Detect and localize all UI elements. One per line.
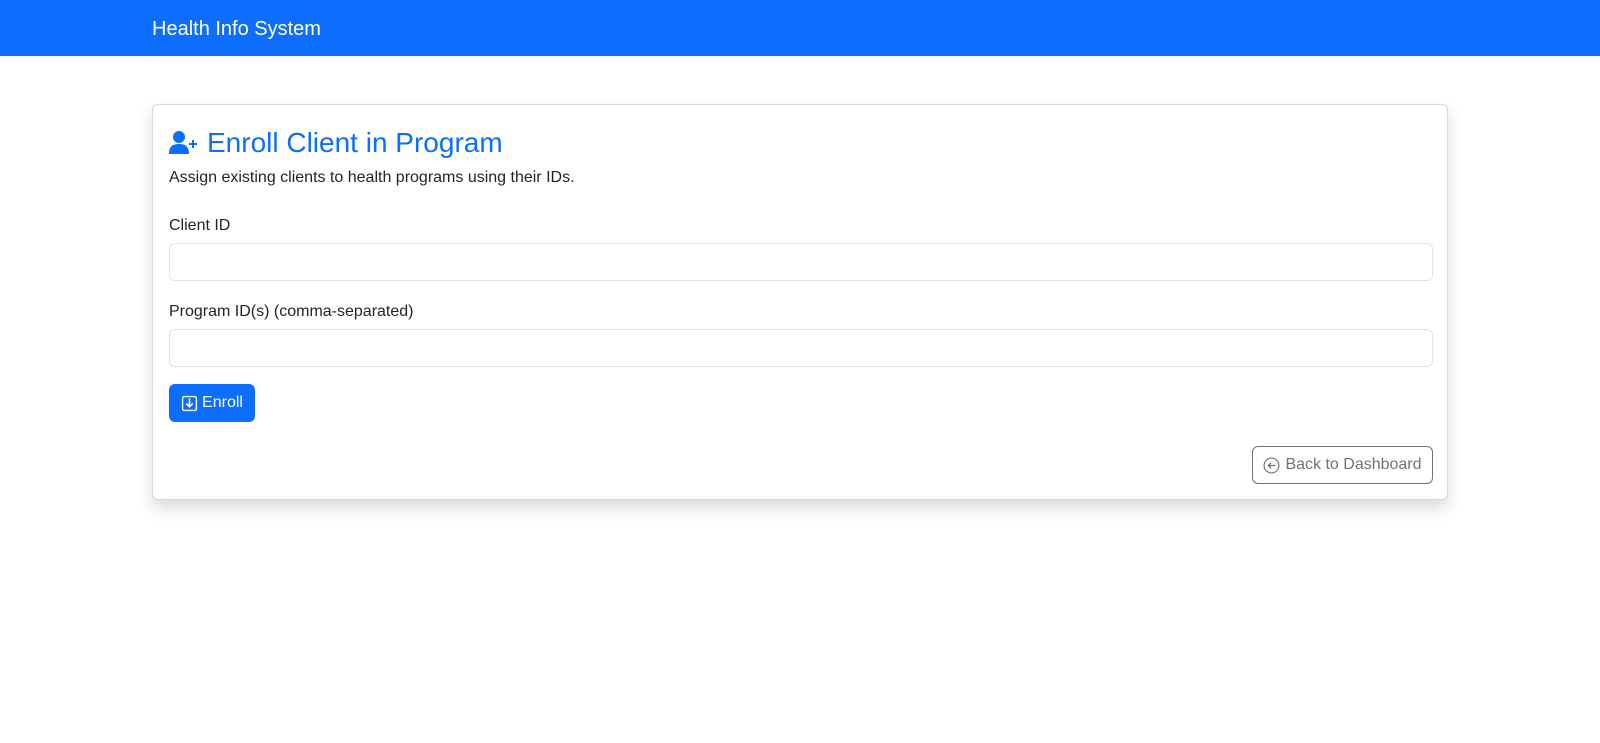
navbar: Health Info System [0,0,1600,56]
page-title: Enroll Client in Program [207,127,503,158]
box-arrow-in-down-icon [181,395,198,412]
page-subtitle: Assign existing clients to health progra… [169,169,575,186]
client-id-input[interactable] [169,243,1433,281]
back-to-dashboard-button[interactable]: Back to Dashboard [1252,446,1433,484]
card-title-row: Enroll Client in Program [169,123,503,163]
person-plus-icon [169,130,199,156]
client-id-label: Client ID [169,217,231,234]
back-to-dashboard-label: Back to Dashboard [1285,456,1422,473]
program-ids-label: Program ID(s) (comma-separated) [169,303,414,320]
enroll-card: Enroll Client in Program Assign existing… [152,104,1448,500]
arrow-left-circle-icon [1263,456,1280,474]
program-ids-input[interactable] [169,329,1433,367]
navbar-brand[interactable]: Health Info System [152,16,321,42]
enroll-button[interactable]: Enroll [169,384,255,422]
enroll-button-label: Enroll [202,394,243,411]
